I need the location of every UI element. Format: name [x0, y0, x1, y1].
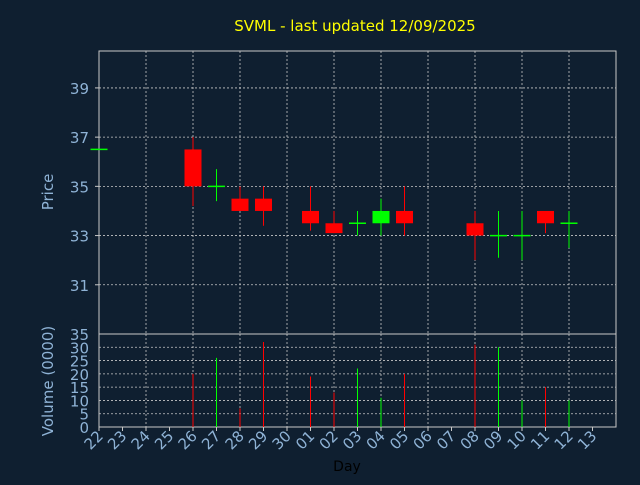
price-tick-label: 37: [70, 129, 89, 147]
volume-axis-label: Volume (0000): [39, 326, 57, 436]
price-axis-label: Price: [39, 174, 57, 211]
price-tick-label: 31: [70, 277, 89, 295]
candle-body: [325, 223, 343, 234]
volume-tick-label: 35: [70, 326, 89, 344]
x-axis-label: Day: [333, 459, 361, 475]
candlestick-chart: SVML - last updated 12/09/2025 Price Vol…: [0, 0, 640, 480]
candle-body: [537, 210, 554, 224]
candle-body: [184, 149, 202, 187]
candle-body: [396, 210, 413, 224]
price-tick-label: 35: [70, 178, 89, 196]
candle-body: [372, 210, 390, 224]
chart-background: [0, 0, 640, 480]
candle-body: [466, 223, 484, 236]
candle-body: [255, 198, 272, 211]
chart-container: SVML - last updated 12/09/2025 Price Vol…: [0, 0, 640, 480]
chart-title: SVML - last updated 12/09/2025: [234, 17, 475, 35]
price-tick-label: 33: [70, 228, 89, 246]
candle-body: [302, 210, 319, 224]
price-tick-label: 39: [70, 80, 89, 98]
candle-body: [231, 198, 249, 211]
